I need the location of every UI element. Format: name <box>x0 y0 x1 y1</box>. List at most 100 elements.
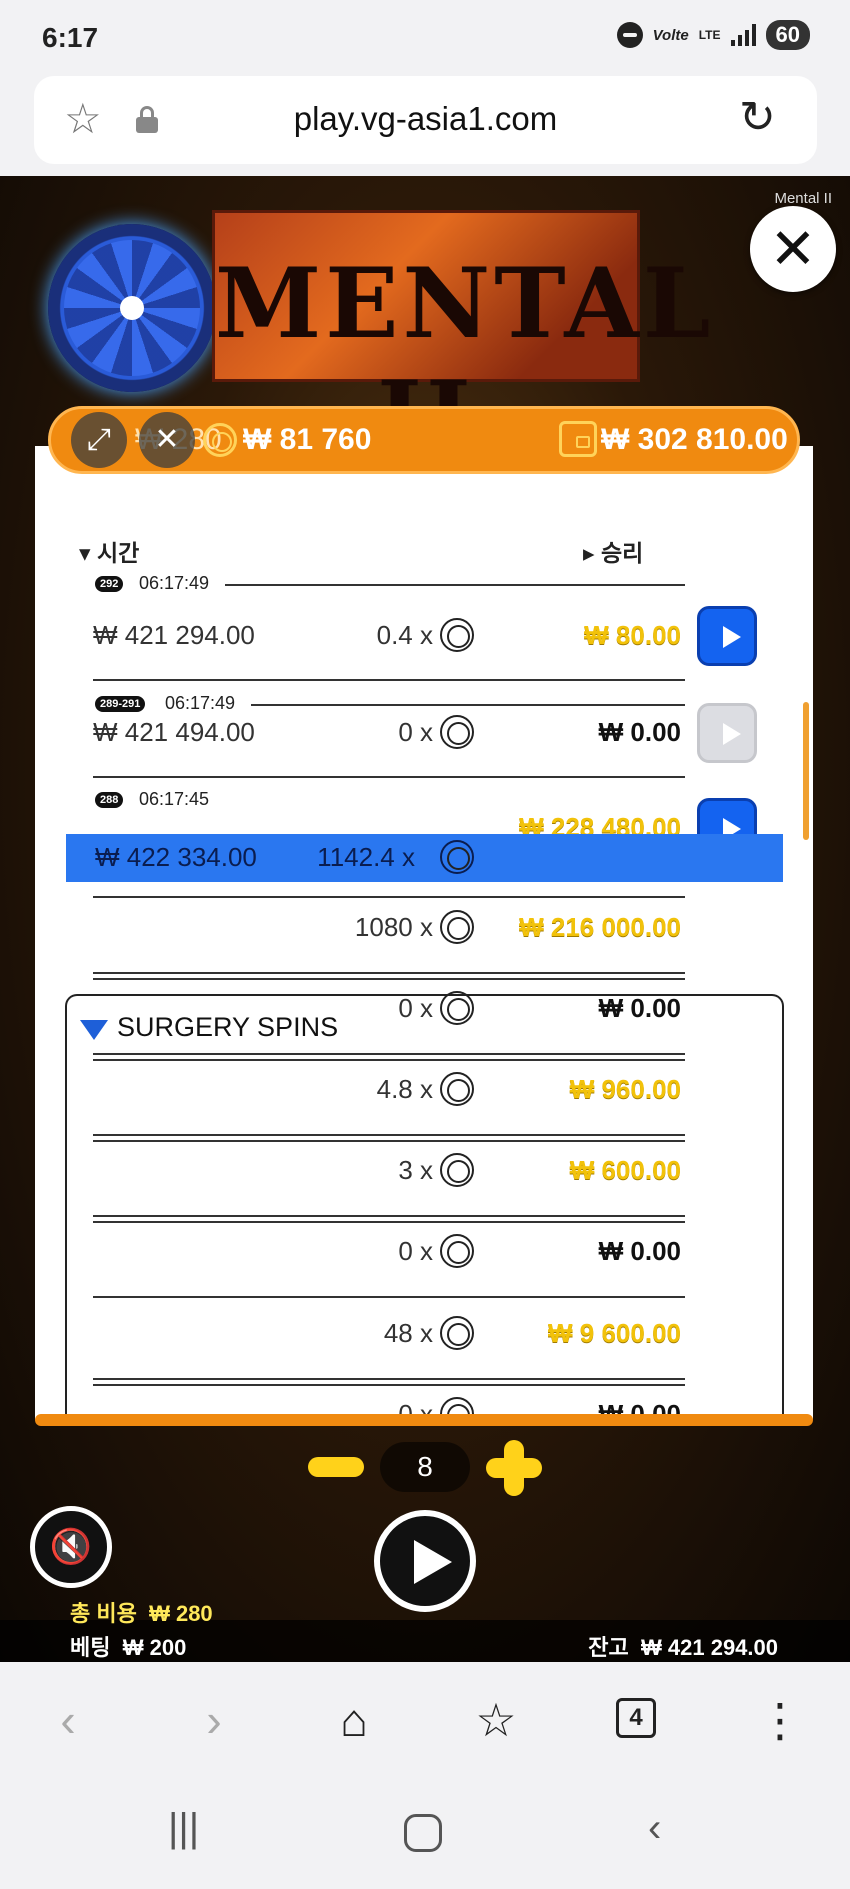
tabs-icon[interactable]: 4 <box>616 1698 656 1738</box>
row-multiplier: 0 x <box>398 717 433 747</box>
browser-bottom-bar: ‹ › ⌂ ☆ 4 ⋮ <box>0 1662 850 1780</box>
back-icon[interactable]: ‹ <box>38 1690 98 1750</box>
selected-row-multiplier: 1142.4 x <box>317 842 415 872</box>
sub-multiplier: 3 x <box>398 1155 433 1185</box>
coin-icon <box>440 1072 474 1106</box>
row-win: ₩ 80.00 <box>584 620 681 650</box>
battery-indicator: 60 <box>765 20 810 50</box>
round-badge: 292 <box>95 576 124 592</box>
game-area: Mental II MENTAL II ✕ ▾ 시간 ▸ 승리 292 06:1… <box>0 176 850 1662</box>
signal-icon <box>730 24 756 46</box>
browser-toolbar: ☆ play.vg-asia1.com ↻ <box>0 76 850 176</box>
sub-win: ₩ 0.00 <box>598 993 681 1023</box>
row-time: 06:17:49 <box>139 573 210 593</box>
url-text[interactable]: play.vg-asia1.com <box>34 100 817 138</box>
column-win[interactable]: ▸ 승리 <box>583 534 643 568</box>
coin-icon <box>203 423 237 457</box>
history-header-bar: ₩ 280 ⤢ ✕ ₩ 81 760 ₩ 302 810.00 <box>48 406 800 474</box>
divider <box>251 704 685 706</box>
row-time: 06:17:49 <box>165 693 236 713</box>
sub-multiplier: 1080 x <box>354 912 433 942</box>
lte-label: LTE <box>698 28 721 42</box>
divider <box>93 1296 685 1298</box>
scrollbar[interactable] <box>803 702 809 840</box>
selected-row-balance: ₩ 422 334.00 <box>95 842 257 872</box>
increase-button[interactable] <box>486 1440 542 1496</box>
decrease-button[interactable] <box>308 1457 364 1477</box>
sub-multiplier: 0 x <box>398 1236 433 1266</box>
coin-icon <box>440 618 474 652</box>
divider <box>93 896 685 898</box>
back-nav-icon[interactable]: ‹ <box>648 1806 661 1851</box>
divider <box>93 1378 685 1380</box>
status-bar: 6:17 Volte LTE 60 <box>0 0 850 76</box>
sub-win: ₩ 216 000.00 <box>519 912 681 942</box>
close-history-button[interactable]: ✕ <box>750 206 836 292</box>
wallet-icon <box>559 421 597 457</box>
coin-icon <box>440 1153 474 1187</box>
header-balance: ₩ 302 810.00 <box>601 423 788 456</box>
menu-icon[interactable]: ⋮ <box>750 1690 810 1750</box>
bet-amount: 베팅 ₩ 200 <box>70 1635 187 1660</box>
coin-icon <box>440 715 474 749</box>
sub-multiplier: 48 x <box>383 1318 433 1348</box>
divider <box>93 1215 685 1217</box>
coin-icon <box>440 840 474 874</box>
sub-win: ₩ 9 600.00 <box>548 1318 681 1348</box>
divider <box>93 1059 685 1061</box>
history-panel: ▾ 시간 ▸ 승리 292 06:17:49 ₩ 421 294.00 0.4 … <box>35 446 813 1426</box>
status-icons: Volte LTE 60 <box>616 20 810 50</box>
home-nav-icon[interactable] <box>404 1814 442 1852</box>
divider <box>93 1384 685 1386</box>
panel-bottom-edge <box>35 1414 813 1426</box>
divider <box>93 978 685 980</box>
coin-icon <box>440 991 474 1025</box>
column-time[interactable]: ▾ 시간 <box>79 534 139 568</box>
round-badge: 288 <box>95 792 124 808</box>
coin-icon <box>440 910 474 944</box>
bookmarks-icon[interactable]: ☆ <box>466 1690 526 1750</box>
system-nav-bar: ||| ‹ <box>0 1780 850 1889</box>
divider <box>93 1053 685 1055</box>
balance-amount: 잔고 ₩ 421 294.00 <box>588 1635 778 1660</box>
sub-win: ₩ 600.00 <box>569 1155 681 1185</box>
replay-button[interactable] <box>697 606 757 666</box>
row-balance: ₩ 421 494.00 <box>93 717 255 747</box>
row-win: ₩ 0.00 <box>598 717 681 747</box>
reload-icon[interactable]: ↻ <box>739 96 783 140</box>
divider <box>93 776 685 778</box>
address-bar[interactable]: ☆ play.vg-asia1.com ↻ <box>34 76 817 164</box>
fullscreen-icon[interactable]: ⤢ <box>71 412 127 468</box>
divider <box>93 1134 685 1136</box>
recent-apps-icon[interactable]: ||| <box>168 1806 199 1851</box>
replay-button-disabled[interactable] <box>697 703 757 763</box>
home-icon[interactable]: ⌂ <box>324 1690 384 1750</box>
mute-icon[interactable]: 🔇 <box>30 1506 112 1588</box>
coin-icon <box>440 1316 474 1350</box>
collapse-triangle-icon[interactable] <box>80 1020 108 1040</box>
game-title-label: Mental II <box>774 190 832 207</box>
sub-multiplier: 0 x <box>398 993 433 1023</box>
sub-multiplier: 4.8 x <box>376 1074 433 1104</box>
forward-icon[interactable]: › <box>184 1690 244 1750</box>
header-win-amount: ₩ 81 760 <box>243 423 372 456</box>
sub-win: ₩ 0.00 <box>598 1236 681 1266</box>
divider <box>93 972 685 974</box>
spin-count: 8 <box>380 1442 470 1492</box>
round-badge: 289-291 <box>95 696 146 712</box>
divider <box>93 679 685 681</box>
coin-icon <box>440 1234 474 1268</box>
bonus-wheel-icon <box>48 224 216 392</box>
close-icon[interactable]: ✕ <box>139 412 195 468</box>
divider <box>225 584 685 586</box>
do-not-disturb-icon <box>616 22 643 48</box>
game-logo: MENTAL II <box>212 210 710 473</box>
row-time: 06:17:45 <box>139 789 210 809</box>
row-multiplier: 0.4 x <box>376 620 433 650</box>
divider <box>93 1140 685 1142</box>
divider <box>93 1221 685 1223</box>
total-cost: 총 비용 ₩ 280 <box>70 1601 213 1626</box>
spin-button[interactable] <box>374 1510 476 1612</box>
sub-win: ₩ 960.00 <box>569 1074 681 1104</box>
volte-label: Volte <box>652 26 689 44</box>
